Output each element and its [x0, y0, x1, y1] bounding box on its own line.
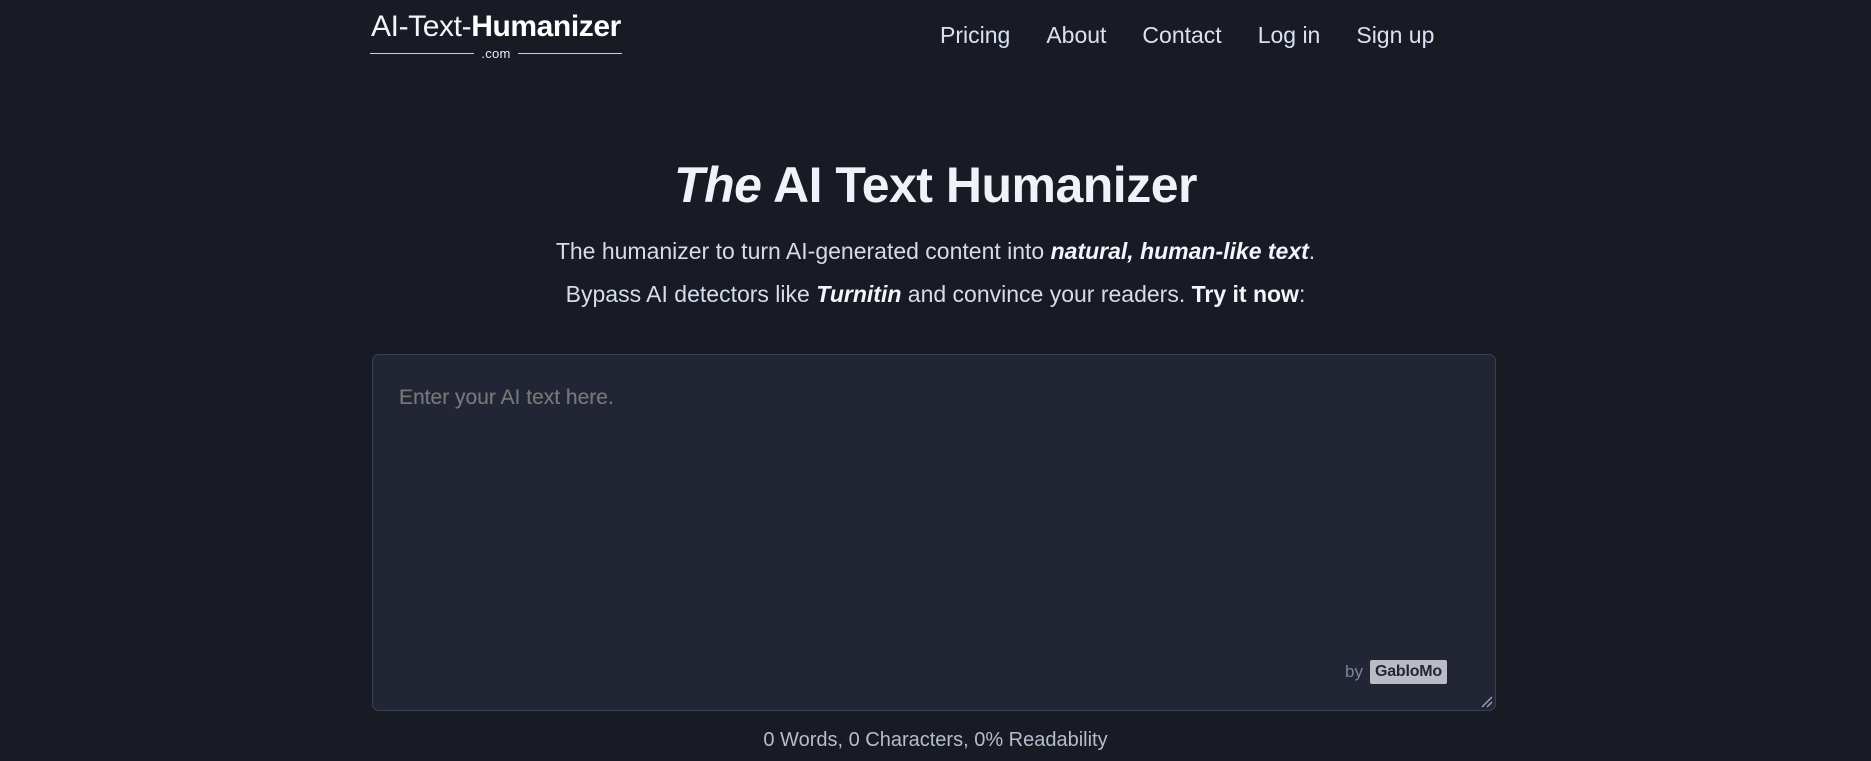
- ai-text-input[interactable]: [373, 355, 1495, 710]
- hero-subtitle-2-pre: Bypass AI detectors like: [565, 281, 817, 307]
- logo-wordmark: AI-Text-Humanizer: [370, 10, 622, 44]
- nav-item-about[interactable]: About: [1046, 20, 1106, 50]
- gablomo-badge[interactable]: GabloMo: [1369, 660, 1447, 684]
- hero-subtitle-2-mid: and convince your readers.: [901, 281, 1192, 307]
- hero-subtitle-2-cta: Try it now: [1191, 281, 1299, 307]
- nav-item-pricing[interactable]: Pricing: [940, 20, 1010, 50]
- hero-subtitle-line-2: Bypass AI detectors like Turnitin and co…: [0, 279, 1871, 309]
- logo-rule-left: [370, 53, 475, 54]
- page-title-emphasis: The: [674, 157, 762, 213]
- logo-domain-row: .com: [370, 47, 622, 60]
- logo-domain-suffix: .com: [481, 46, 511, 61]
- site-logo[interactable]: AI-Text-Humanizer .com: [370, 10, 622, 60]
- main-navigation: Pricing About Contact Log in Sign up: [940, 20, 1434, 50]
- logo-rule-right: [517, 53, 622, 54]
- page-root: AI-Text-Humanizer .com Pricing About Con…: [0, 0, 1871, 761]
- hero-subtitle-line-1: The humanizer to turn AI-generated conte…: [0, 236, 1871, 266]
- hero-section: The AI Text Humanizer The humanizer to t…: [0, 155, 1871, 309]
- text-input-box[interactable]: Enter your AI text here. by GabloMo: [372, 354, 1496, 711]
- hero-subtitle-2-brand: Turnitin: [816, 281, 902, 307]
- hero-subtitle-1-strong: natural, human-like text: [1050, 238, 1309, 264]
- nav-item-contact[interactable]: Contact: [1142, 20, 1221, 50]
- hero-subtitle-1-post: .: [1308, 238, 1316, 264]
- nav-item-sign-up[interactable]: Sign up: [1356, 20, 1434, 50]
- resize-grip-icon[interactable]: [1476, 691, 1493, 708]
- credit-attribution: by GabloMo: [1345, 660, 1447, 684]
- logo-text-bold: Humanizer: [471, 10, 621, 43]
- logo-text-light: AI-Text-: [371, 10, 472, 43]
- hero-subtitle-2-post: :: [1298, 281, 1306, 307]
- nav-item-log-in[interactable]: Log in: [1258, 20, 1321, 50]
- editor-container: Enter your AI text here. by GabloMo: [372, 354, 1496, 711]
- site-header: AI-Text-Humanizer .com Pricing About Con…: [0, 0, 1871, 78]
- page-title: The AI Text Humanizer: [0, 155, 1871, 215]
- credit-prefix-label: by: [1344, 662, 1363, 681]
- page-title-rest: AI Text Humanizer: [761, 157, 1197, 213]
- hero-subtitle-1-pre: The humanizer to turn AI-generated conte…: [555, 238, 1051, 264]
- text-stats: 0 Words, 0 Characters, 0% Readability: [763, 729, 1108, 751]
